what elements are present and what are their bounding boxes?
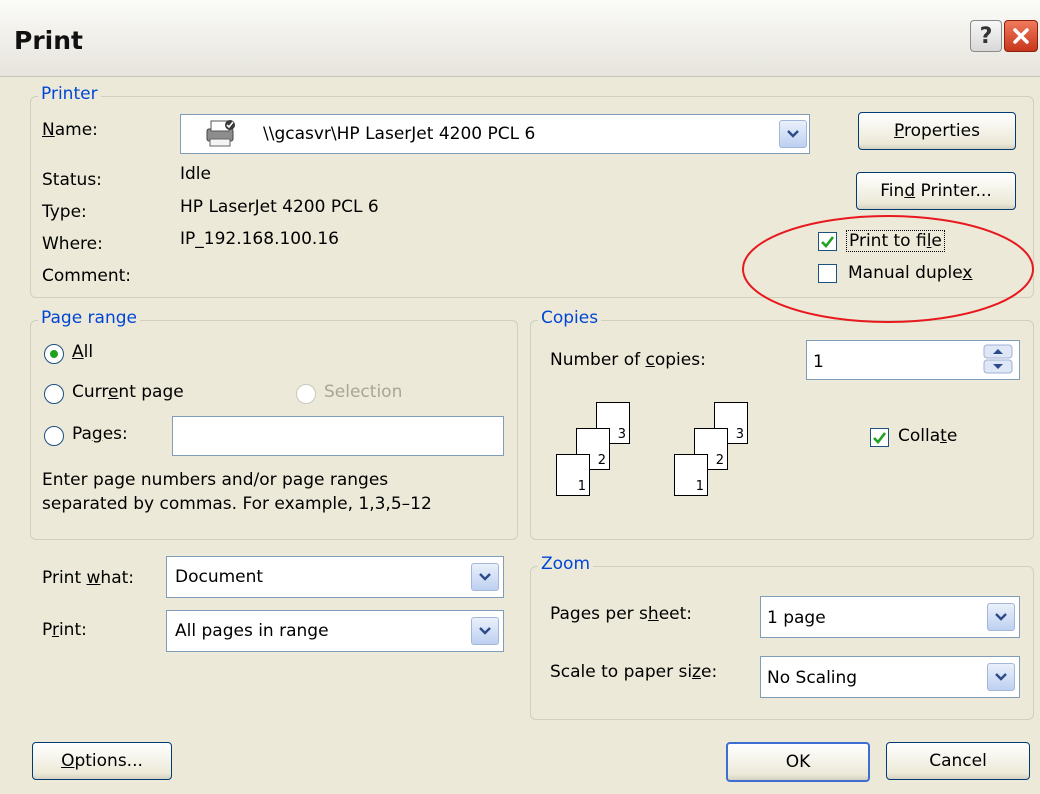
dialog-title: Print: [14, 26, 83, 55]
chevron-down-icon: [479, 573, 491, 581]
chevron-down-icon: [995, 673, 1007, 681]
options-button-label: Options...: [61, 751, 143, 771]
print-what-value: Document: [175, 567, 264, 587]
options-button[interactable]: Options...: [32, 742, 172, 780]
pages-per-sheet-value: 1 page: [767, 608, 826, 628]
title-bar: Print ?: [0, 0, 1040, 77]
status-value: Idle: [180, 164, 211, 184]
ok-button[interactable]: OK: [726, 742, 870, 782]
collate-illustration-left: 3 2 1: [556, 402, 636, 504]
pages-radio[interactable]: [44, 426, 64, 446]
printer-name-combo[interactable]: \\gcasvr\HP LaserJet 4200 PCL 6: [180, 114, 810, 154]
current-page-radio[interactable]: [44, 384, 64, 404]
number-of-copies-label: Number of copies:: [550, 350, 706, 370]
page-number-3: 3: [617, 427, 626, 442]
page-range-hint-line1: Enter page numbers and/or page ranges: [42, 470, 389, 490]
print-what-dropdown-button[interactable]: [471, 563, 499, 591]
page-number-2: 2: [715, 453, 724, 468]
collate-label[interactable]: Collate: [898, 426, 957, 446]
status-label: Status:: [42, 170, 102, 190]
current-page-label[interactable]: Current page: [72, 382, 184, 402]
selection-radio: [296, 384, 316, 404]
print-dialog: Print ? Printer Name: \\gcasvr\HP LaserJ…: [0, 0, 1040, 794]
page-range-hint-line2: separated by commas. For example, 1,3,5–…: [42, 494, 432, 514]
print-label: Print:: [42, 620, 87, 640]
scale-label: Scale to paper size:: [550, 662, 718, 682]
print-dropdown-button[interactable]: [471, 617, 499, 645]
printer-name-value: \\gcasvr\HP LaserJet 4200 PCL 6: [263, 124, 536, 144]
properties-button[interactable]: Properties: [858, 112, 1016, 150]
scale-combo[interactable]: No Scaling: [760, 656, 1020, 698]
close-icon: [1013, 28, 1029, 44]
where-value: IP_192.168.100.16: [180, 229, 339, 249]
chevron-down-icon: [995, 613, 1007, 621]
all-label[interactable]: All: [72, 342, 93, 362]
copies-legend: Copies: [538, 308, 602, 328]
page-number-1: 1: [695, 479, 704, 494]
pages-input[interactable]: [172, 416, 504, 456]
checkmark-icon: [873, 431, 886, 444]
zoom-legend: Zoom: [538, 554, 594, 574]
find-printer-button-label: Find Printer...: [880, 181, 992, 201]
page-range-legend: Page range: [38, 308, 140, 328]
properties-button-label: Properties: [894, 121, 980, 141]
where-label: Where:: [42, 234, 103, 254]
pages-per-sheet-combo[interactable]: 1 page: [760, 596, 1020, 638]
copies-value: 1: [813, 352, 824, 372]
pages-label[interactable]: Pages:: [72, 424, 128, 444]
type-label: Type:: [42, 202, 87, 222]
chevron-down-icon: [787, 130, 799, 138]
printer-name-dropdown-button[interactable]: [779, 120, 807, 148]
scale-value: No Scaling: [767, 668, 858, 688]
find-printer-button[interactable]: Find Printer...: [856, 172, 1016, 210]
scale-dropdown-button[interactable]: [987, 663, 1015, 691]
print-what-combo[interactable]: Document: [166, 556, 504, 598]
collate-illustration-right: 3 2 1: [674, 402, 754, 504]
name-label: Name:: [42, 120, 98, 140]
type-value: HP LaserJet 4200 PCL 6: [180, 197, 379, 217]
print-combo[interactable]: All pages in range: [166, 610, 504, 652]
cancel-button[interactable]: Cancel: [886, 742, 1030, 780]
pages-per-sheet-dropdown-button[interactable]: [987, 603, 1015, 631]
page-number-3: 3: [735, 427, 744, 442]
print-value: All pages in range: [175, 621, 329, 641]
help-button[interactable]: ?: [970, 20, 1002, 52]
copies-input[interactable]: 1: [806, 340, 1020, 380]
page-number-1: 1: [577, 479, 586, 494]
printer-legend: Printer: [38, 84, 101, 104]
printer-icon: [206, 120, 235, 147]
close-button[interactable]: [1004, 20, 1038, 52]
highlight-circle: [742, 215, 1034, 323]
selection-label: Selection: [324, 382, 403, 402]
comment-label: Comment:: [42, 266, 132, 286]
collate-checkbox[interactable]: [870, 428, 889, 447]
pages-per-sheet-label: Pages per sheet:: [550, 604, 693, 624]
print-what-label: Print what:: [42, 568, 135, 588]
all-radio[interactable]: [44, 344, 64, 364]
copies-spinner[interactable]: [983, 344, 1013, 374]
page-number-2: 2: [597, 453, 606, 468]
spinner-arrows-icon: [983, 344, 1013, 374]
chevron-down-icon: [479, 627, 491, 635]
